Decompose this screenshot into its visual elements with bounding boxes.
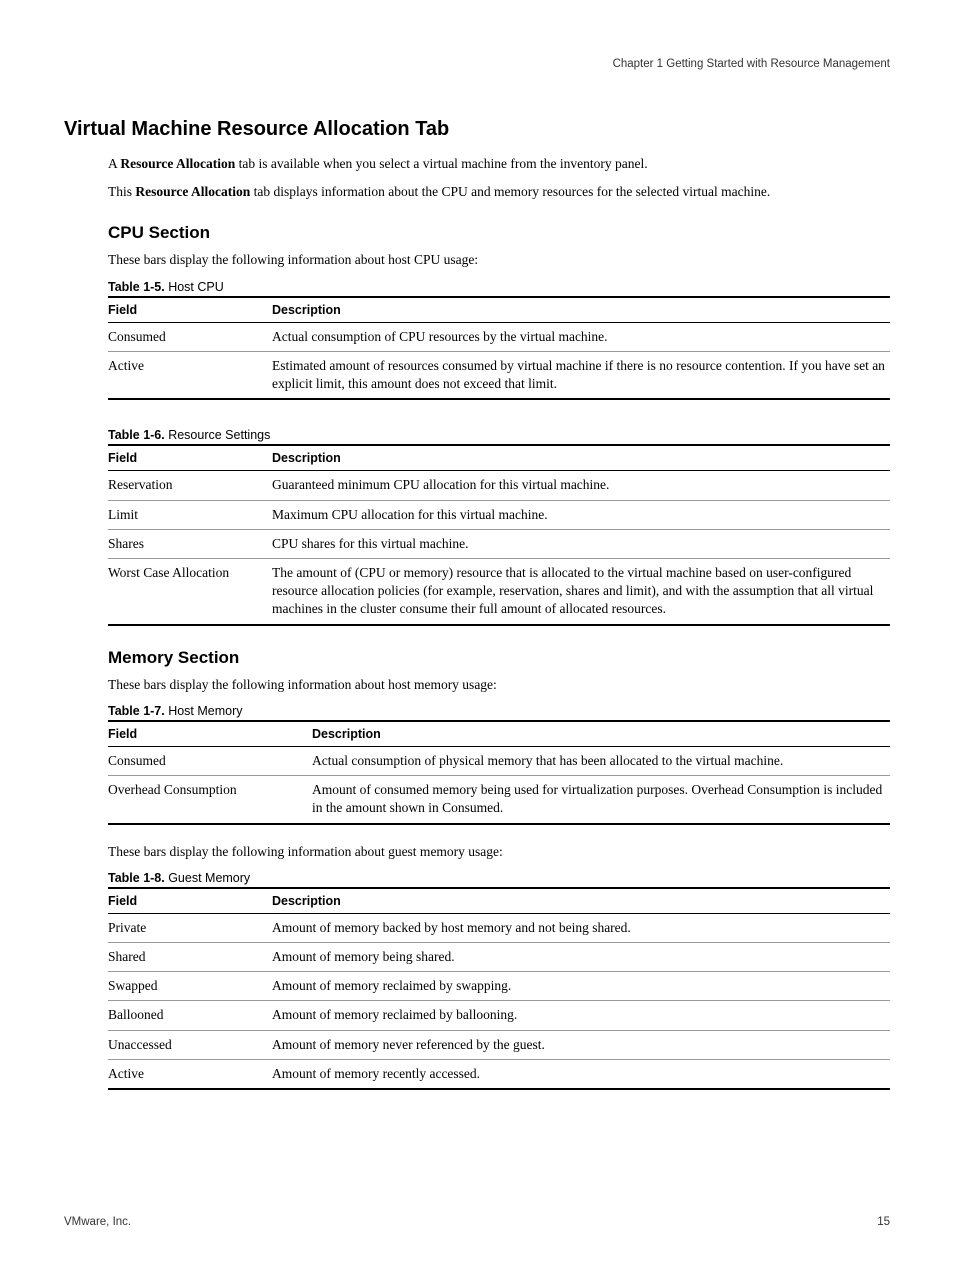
text: tab is available when you select a virtu…: [235, 156, 647, 171]
col-description: Description: [272, 297, 890, 323]
cell-description: Amount of memory recently accessed.: [272, 1059, 890, 1089]
cpu-lead: These bars display the following informa…: [108, 251, 890, 269]
table-1-7-caption: Table 1-7. Host Memory: [108, 704, 890, 718]
cell-description: The amount of (CPU or memory) resource t…: [272, 558, 890, 624]
cell-description: CPU shares for this virtual machine.: [272, 529, 890, 558]
table-row: Overhead Consumption Amount of consumed …: [108, 776, 890, 824]
cell-field: Worst Case Allocation: [108, 558, 272, 624]
caption-number: Table 1-7.: [108, 704, 165, 718]
table-row: Shared Amount of memory being shared.: [108, 942, 890, 971]
cell-description: Actual consumption of CPU resources by t…: [272, 322, 890, 351]
intro-paragraph-2: This Resource Allocation tab displays in…: [108, 183, 890, 201]
col-field: Field: [108, 888, 272, 914]
cell-field: Consumed: [108, 322, 272, 351]
table-row: Shares CPU shares for this virtual machi…: [108, 529, 890, 558]
cell-description: Amount of memory reclaimed by ballooning…: [272, 1001, 890, 1030]
caption-text: Host CPU: [165, 280, 224, 294]
cpu-section-heading: CPU Section: [108, 223, 890, 243]
cell-description: Amount of consumed memory being used for…: [312, 776, 890, 824]
col-description: Description: [272, 445, 890, 471]
cell-field: Shares: [108, 529, 272, 558]
table-row: Active Estimated amount of resources con…: [108, 351, 890, 399]
col-description: Description: [312, 721, 890, 747]
table-host-cpu: Field Description Consumed Actual consum…: [108, 296, 890, 401]
cell-field: Private: [108, 913, 272, 942]
table-1-6-caption: Table 1-6. Resource Settings: [108, 428, 890, 442]
cell-description: Actual consumption of physical memory th…: [312, 746, 890, 775]
table-row: Active Amount of memory recently accesse…: [108, 1059, 890, 1089]
cell-description: Amount of memory reclaimed by swapping.: [272, 972, 890, 1001]
table-row: Swapped Amount of memory reclaimed by sw…: [108, 972, 890, 1001]
table-row: Consumed Actual consumption of CPU resou…: [108, 322, 890, 351]
col-field: Field: [108, 445, 272, 471]
footer-company: VMware, Inc.: [64, 1216, 131, 1228]
memory-section-heading: Memory Section: [108, 648, 890, 668]
cell-description: Estimated amount of resources consumed b…: [272, 351, 890, 399]
table-row: Reservation Guaranteed minimum CPU alloc…: [108, 471, 890, 500]
table-header-row: Field Description: [108, 297, 890, 323]
cell-description: Guaranteed minimum CPU allocation for th…: [272, 471, 890, 500]
cell-field: Overhead Consumption: [108, 776, 312, 824]
bold-text: Resource Allocation: [135, 184, 250, 199]
cell-field: Reservation: [108, 471, 272, 500]
table-header-row: Field Description: [108, 888, 890, 914]
table-1-5-caption: Table 1-5. Host CPU: [108, 280, 890, 294]
page-footer: VMware, Inc. 15: [64, 1216, 890, 1228]
cell-field: Active: [108, 1059, 272, 1089]
table-row: Worst Case Allocation The amount of (CPU…: [108, 558, 890, 624]
table-row: Limit Maximum CPU allocation for this vi…: [108, 500, 890, 529]
cell-field: Unaccessed: [108, 1030, 272, 1059]
text: tab displays information about the CPU a…: [250, 184, 770, 199]
cell-field: Ballooned: [108, 1001, 272, 1030]
page: Chapter 1 Getting Started with Resource …: [0, 0, 954, 1272]
table-header-row: Field Description: [108, 721, 890, 747]
cell-field: Limit: [108, 500, 272, 529]
table-row: Private Amount of memory backed by host …: [108, 913, 890, 942]
col-field: Field: [108, 297, 272, 323]
caption-text: Resource Settings: [165, 428, 271, 442]
section-title: Virtual Machine Resource Allocation Tab: [64, 118, 890, 141]
cell-field: Shared: [108, 942, 272, 971]
cell-field: Consumed: [108, 746, 312, 775]
table-guest-memory: Field Description Private Amount of memo…: [108, 887, 890, 1090]
cell-description: Amount of memory being shared.: [272, 942, 890, 971]
table-host-memory: Field Description Consumed Actual consum…: [108, 720, 890, 825]
col-field: Field: [108, 721, 312, 747]
text: This: [108, 184, 135, 199]
table-row: Consumed Actual consumption of physical …: [108, 746, 890, 775]
footer-page-number: 15: [877, 1216, 890, 1228]
table-row: Ballooned Amount of memory reclaimed by …: [108, 1001, 890, 1030]
cell-description: Maximum CPU allocation for this virtual …: [272, 500, 890, 529]
caption-number: Table 1-8.: [108, 871, 165, 885]
memory-lead-2: These bars display the following informa…: [108, 843, 890, 861]
caption-text: Host Memory: [165, 704, 243, 718]
caption-text: Guest Memory: [165, 871, 250, 885]
body-block: A Resource Allocation tab is available w…: [108, 155, 890, 1090]
text: A: [108, 156, 120, 171]
intro-paragraph-1: A Resource Allocation tab is available w…: [108, 155, 890, 173]
cell-description: Amount of memory never referenced by the…: [272, 1030, 890, 1059]
chapter-header: Chapter 1 Getting Started with Resource …: [64, 58, 890, 70]
caption-number: Table 1-6.: [108, 428, 165, 442]
bold-text: Resource Allocation: [120, 156, 235, 171]
col-description: Description: [272, 888, 890, 914]
table-1-8-caption: Table 1-8. Guest Memory: [108, 871, 890, 885]
caption-number: Table 1-5.: [108, 280, 165, 294]
cell-field: Active: [108, 351, 272, 399]
table-header-row: Field Description: [108, 445, 890, 471]
memory-lead-1: These bars display the following informa…: [108, 676, 890, 694]
cell-field: Swapped: [108, 972, 272, 1001]
table-resource-settings: Field Description Reservation Guaranteed…: [108, 444, 890, 625]
table-row: Unaccessed Amount of memory never refere…: [108, 1030, 890, 1059]
cell-description: Amount of memory backed by host memory a…: [272, 913, 890, 942]
